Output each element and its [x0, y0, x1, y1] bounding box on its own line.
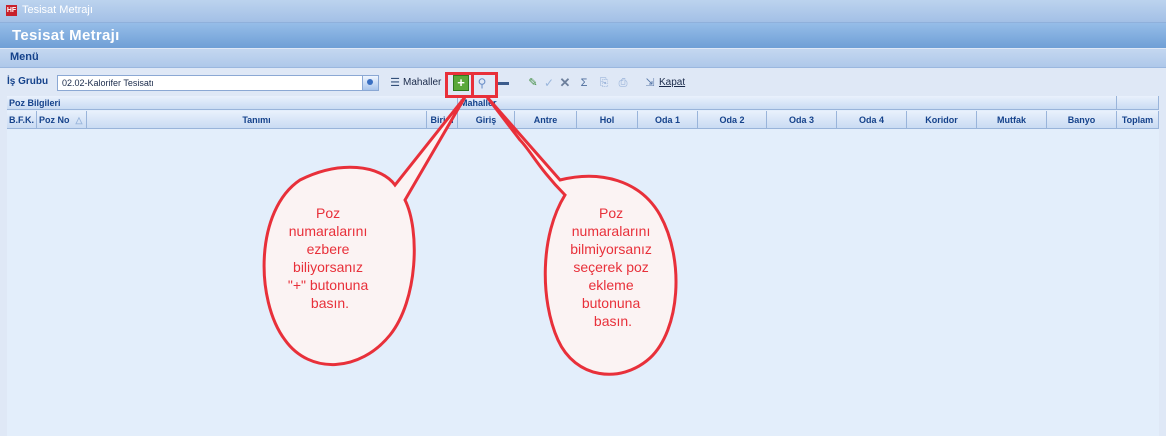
col-banyo[interactable]: Banyo	[1047, 111, 1117, 129]
col-koridor[interactable]: Koridor	[907, 111, 977, 129]
edit-icon: ✎	[528, 77, 538, 89]
col-mutfak[interactable]: Mutfak	[977, 111, 1047, 129]
cancel-button[interactable]: ✕	[558, 75, 572, 91]
col-hol[interactable]: Hol	[577, 111, 638, 129]
toolbar: İş Grubu 02.02-Kalorifer Tesisatı ☰ Maha…	[0, 71, 1166, 95]
edit-button[interactable]: ✎	[526, 75, 540, 91]
check-icon: ✓	[543, 76, 555, 90]
sort-asc-icon: △	[75, 115, 83, 125]
page-header: Tesisat Metrajı	[0, 23, 1166, 48]
col-poz-no[interactable]: Poz No △	[37, 111, 87, 129]
is-grubu-value: 02.02-Kalorifer Tesisatı	[62, 78, 154, 88]
kapat-button[interactable]: ⇲ Kapat	[643, 75, 703, 91]
col-oda1[interactable]: Oda 1	[638, 111, 698, 129]
kapat-label: Kapat	[659, 77, 686, 88]
add-poz-button[interactable]: +	[453, 75, 469, 91]
list-icon: ☰	[390, 77, 400, 89]
menu-bar: Menü	[0, 49, 1166, 68]
select-poz-button[interactable]: ⚲	[474, 75, 490, 91]
col-oda3[interactable]: Oda 3	[767, 111, 837, 129]
mahaller-button[interactable]: ☰ Mahaller	[388, 75, 444, 91]
remove-button[interactable]	[497, 75, 511, 91]
col-birim[interactable]: Birim	[427, 111, 458, 129]
window-title: Tesisat Metrajı	[22, 4, 93, 16]
group-poz-bilgileri: Poz Bilgileri	[7, 96, 458, 110]
window-titlebar: HF Tesisat Metrajı	[0, 0, 1166, 23]
sum-button[interactable]: Σ	[577, 75, 591, 91]
sigma-icon: Σ	[580, 77, 588, 89]
col-bfk[interactable]: B.F.K.	[7, 111, 37, 129]
col-toplam[interactable]: Toplam	[1117, 111, 1159, 129]
search-add-icon: ⚲	[477, 76, 487, 90]
combo-dropdown-button[interactable]	[362, 76, 378, 90]
is-grubu-combo[interactable]: 02.02-Kalorifer Tesisatı	[57, 75, 379, 91]
is-grubu-label: İş Grubu	[7, 76, 49, 87]
copy-button[interactable]: ⎘	[597, 75, 611, 91]
mahaller-label: Mahaller	[403, 77, 442, 88]
col-antre[interactable]: Antre	[515, 111, 577, 129]
minus-icon	[498, 82, 509, 85]
col-poz-no-label: Poz No	[39, 115, 70, 125]
exit-icon: ⇲	[645, 77, 655, 89]
print-button[interactable]: ⎙	[616, 75, 630, 91]
printer-icon: ⎙	[618, 77, 628, 89]
page-title: Tesisat Metrajı	[12, 27, 120, 44]
col-tanimi[interactable]: Tanımı	[87, 111, 427, 129]
col-giris[interactable]: Giriş	[458, 111, 515, 129]
confirm-button[interactable]: ✓	[542, 75, 556, 91]
group-mahaller: Mahaller	[458, 96, 1117, 110]
menu-button[interactable]: Menü	[10, 51, 39, 63]
close-icon: ✕	[559, 75, 571, 90]
poz-grid[interactable]: Poz Bilgileri Mahaller B.F.K. Poz No △ Ta…	[7, 96, 1159, 436]
app-icon: HF	[6, 5, 17, 16]
plus-icon: +	[457, 75, 465, 90]
col-oda4[interactable]: Oda 4	[837, 111, 907, 129]
copy-icon: ⎘	[599, 77, 609, 89]
col-oda2[interactable]: Oda 2	[698, 111, 767, 129]
group-extra	[1117, 96, 1159, 110]
